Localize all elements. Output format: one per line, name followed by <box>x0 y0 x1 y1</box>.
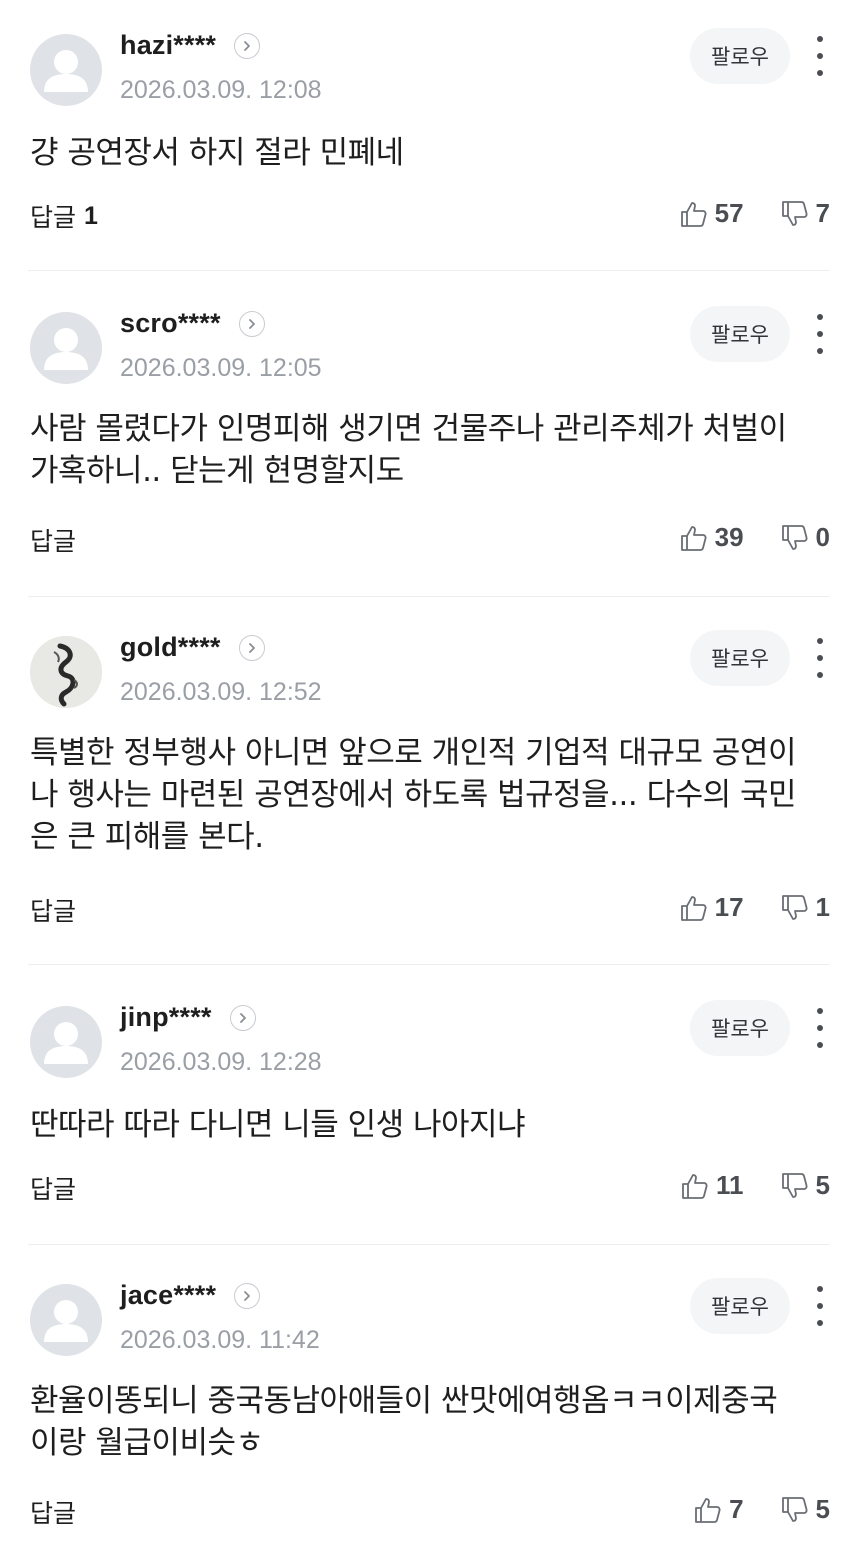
thumbs-down-icon <box>781 1496 808 1522</box>
chevron-right-icon[interactable] <box>234 1282 261 1309</box>
dislike-count: 5 <box>815 1494 830 1524</box>
reply-label: 답글 <box>30 527 77 556</box>
reply-button[interactable]: 답글 <box>30 522 76 558</box>
default-avatar-icon <box>44 1022 88 1064</box>
thumbs-up-icon <box>680 525 707 551</box>
follow-button[interactable]: 팔로우 <box>690 306 790 362</box>
thumbs-down-icon <box>781 200 808 226</box>
like-count: 11 <box>716 1170 744 1200</box>
like-button[interactable]: 39 <box>679 522 744 553</box>
timestamp: 2026.03.09. 12:08 <box>120 76 322 104</box>
chevron-right-icon[interactable] <box>238 310 265 337</box>
reply-button[interactable]: 답글 <box>30 892 76 928</box>
reply-label: 답글 <box>30 1175 77 1204</box>
username[interactable]: gold**** <box>120 632 221 663</box>
like-button[interactable]: 17 <box>679 892 744 923</box>
divider <box>28 964 830 965</box>
like-count: 17 <box>714 892 744 922</box>
like-count: 7 <box>729 1494 744 1524</box>
timestamp: 2026.03.09. 11:42 <box>120 1326 320 1354</box>
avatar[interactable] <box>30 636 102 708</box>
default-avatar-icon <box>44 1300 88 1342</box>
comment-text: 환율이똥되니 중국동남아애들이 싼맛에여행옴ㅋㅋ이제중국이랑 월급이비슷ㅎ <box>30 1383 778 1461</box>
dislike-button[interactable]: 0 <box>780 522 830 553</box>
comment-item: gold**** 2026.03.09. 12:52 팔로우 특별한 정부행사 … <box>0 602 850 966</box>
custom-photo-avatar-icon <box>30 636 102 708</box>
thumbs-up-icon <box>680 201 707 227</box>
avatar[interactable] <box>30 1006 102 1078</box>
chevron-right-icon[interactable] <box>238 634 265 661</box>
thumbs-up-icon <box>682 1173 708 1199</box>
dislike-button[interactable]: 1 <box>780 892 830 923</box>
more-options-icon[interactable] <box>808 314 832 354</box>
more-options-icon[interactable] <box>808 1008 832 1048</box>
avatar[interactable] <box>30 312 102 384</box>
more-options-icon[interactable] <box>808 1286 832 1326</box>
divider <box>28 1244 830 1245</box>
dislike-count: 7 <box>815 198 830 228</box>
comment-text: 사람 몰렸다가 인명피해 생기면 건물주나 관리주체가 처벌이 가혹하니.. 닫… <box>30 411 787 489</box>
default-avatar-icon <box>44 328 88 370</box>
dislike-count: 0 <box>815 522 830 552</box>
follow-button[interactable]: 팔로우 <box>690 1000 790 1056</box>
reply-button[interactable]: 답글 <box>30 1170 76 1206</box>
comment-text: 딴따라 따라 다니면 니들 인생 나아지냐 <box>30 1107 526 1143</box>
divider <box>28 596 830 597</box>
timestamp: 2026.03.09. 12:28 <box>120 1048 322 1076</box>
reply-count: 1 <box>84 201 98 230</box>
username[interactable]: jinp**** <box>120 1002 212 1033</box>
reply-button[interactable]: 답글 <box>30 1494 76 1530</box>
follow-button[interactable]: 팔로우 <box>690 630 790 686</box>
avatar[interactable] <box>30 1284 102 1356</box>
comment-text: 걍 공연장서 하지 절라 민폐네 <box>30 135 404 171</box>
like-button[interactable]: 11 <box>680 1170 744 1201</box>
dislike-button[interactable]: 5 <box>780 1170 830 1201</box>
divider <box>28 270 830 271</box>
username[interactable]: jace**** <box>120 1280 216 1311</box>
avatar[interactable] <box>30 34 102 106</box>
more-options-icon[interactable] <box>808 36 832 76</box>
follow-button[interactable]: 팔로우 <box>690 1278 790 1334</box>
comment-item: hazi**** 2026.03.09. 12:08 팔로우 걍 공연장서 하지… <box>0 0 850 272</box>
like-count: 39 <box>714 522 744 552</box>
timestamp: 2026.03.09. 12:52 <box>120 678 322 706</box>
dislike-button[interactable]: 7 <box>780 198 830 229</box>
thumbs-up-icon <box>695 1497 721 1523</box>
like-button[interactable]: 57 <box>679 198 744 229</box>
comment-item: jace**** 2026.03.09. 11:42 팔로우 환율이똥되니 중국… <box>0 1250 850 1561</box>
thumbs-down-icon <box>781 524 808 550</box>
chevron-right-icon[interactable] <box>229 1004 256 1031</box>
comment-text: 특별한 정부행사 아니면 앞으로 개인적 기업적 대규모 공연이나 행사는 마련… <box>30 735 797 855</box>
thumbs-down-icon <box>781 894 808 920</box>
comment-item: scro**** 2026.03.09. 12:05 팔로우 사람 몰렸다가 인… <box>0 278 850 598</box>
reply-button[interactable]: 답글 1 <box>30 198 98 234</box>
username[interactable]: scro**** <box>120 308 221 339</box>
reply-label: 답글 <box>30 1499 77 1528</box>
chevron-right-icon[interactable] <box>234 32 261 59</box>
reply-label: 답글 <box>30 203 77 232</box>
comment-item: jinp**** 2026.03.09. 12:28 팔로우 딴따라 따라 다니… <box>0 972 850 1246</box>
more-options-icon[interactable] <box>808 638 832 678</box>
dislike-count: 5 <box>815 1170 830 1200</box>
thumbs-down-icon <box>781 1172 808 1198</box>
follow-button[interactable]: 팔로우 <box>690 28 790 84</box>
like-button[interactable]: 7 <box>693 1494 744 1525</box>
thumbs-up-icon <box>680 895 707 921</box>
dislike-button[interactable]: 5 <box>780 1494 830 1525</box>
dislike-count: 1 <box>815 892 830 922</box>
username[interactable]: hazi**** <box>120 30 216 61</box>
default-avatar-icon <box>44 50 88 92</box>
timestamp: 2026.03.09. 12:05 <box>120 354 322 382</box>
reply-label: 답글 <box>30 897 77 926</box>
like-count: 57 <box>714 198 744 228</box>
